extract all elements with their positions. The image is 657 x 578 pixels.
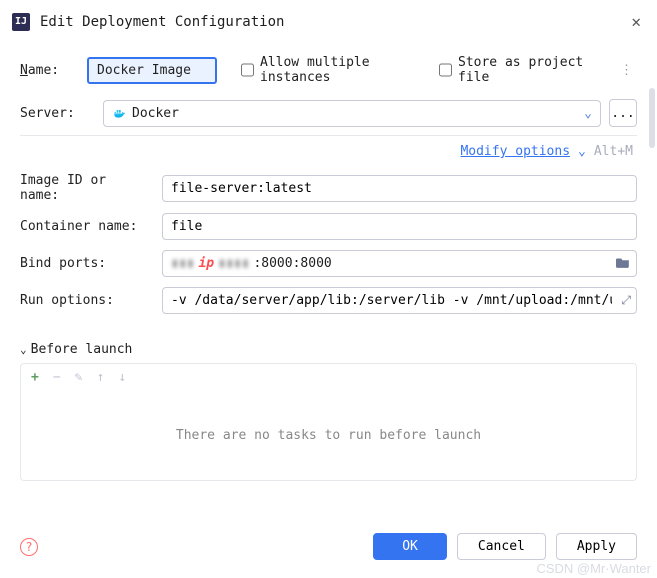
cancel-button[interactable]: Cancel bbox=[457, 533, 546, 560]
docker-icon bbox=[112, 106, 126, 120]
ip-badge: ip bbox=[198, 256, 214, 271]
container-name-input[interactable] bbox=[162, 213, 637, 240]
masked-text: ▮▮▮▮ bbox=[218, 256, 249, 271]
caret-down-icon: ⌄ bbox=[20, 343, 27, 356]
more-icon[interactable]: ⋮ bbox=[616, 63, 637, 78]
chevron-down-icon: ⌄ bbox=[584, 106, 592, 121]
before-launch-toggle[interactable]: ⌄ Before launch bbox=[20, 342, 637, 357]
image-id-input[interactable] bbox=[162, 175, 637, 202]
container-name-label: Container name: bbox=[20, 219, 150, 234]
window-title: Edit Deployment Configuration bbox=[40, 14, 617, 30]
store-as-project-checkbox[interactable]: Store as project file bbox=[439, 55, 604, 85]
close-icon[interactable]: ✕ bbox=[627, 8, 645, 35]
bind-ports-label: Bind ports: bbox=[20, 256, 150, 271]
bind-ports-value: :8000:8000 bbox=[253, 256, 331, 271]
modify-options-link[interactable]: Modify options bbox=[460, 144, 570, 159]
folder-icon[interactable] bbox=[616, 256, 630, 272]
scrollbar[interactable] bbox=[649, 88, 655, 148]
before-launch-label: Before launch bbox=[31, 342, 133, 357]
divider bbox=[20, 135, 637, 136]
help-icon[interactable]: ? bbox=[20, 538, 38, 556]
image-id-label: Image ID or name: bbox=[20, 173, 150, 203]
name-input[interactable] bbox=[87, 57, 217, 84]
server-browse-button[interactable]: ... bbox=[609, 99, 637, 127]
modify-shortcut: Alt+M bbox=[594, 144, 633, 159]
masked-text: ▮▮▮ bbox=[171, 256, 194, 271]
name-label: Name: bbox=[20, 63, 75, 78]
server-select[interactable]: Docker ⌄ bbox=[103, 100, 601, 127]
run-options-label: Run options: bbox=[20, 293, 150, 308]
before-launch-toolbar: + − ✎ ↑ ↓ bbox=[20, 363, 637, 391]
chevron-down-icon: ⌄ bbox=[578, 144, 586, 159]
allow-multiple-checkbox[interactable]: Allow multiple instances bbox=[241, 55, 427, 85]
expand-icon[interactable]: ⤢ bbox=[621, 293, 631, 308]
server-label: Server: bbox=[20, 106, 75, 121]
bind-ports-input[interactable]: ▮▮▮ ip ▮▮▮▮ :8000:8000 bbox=[162, 250, 637, 277]
allow-multiple-label: Allow multiple instances bbox=[260, 55, 427, 85]
add-task-button[interactable]: + bbox=[31, 370, 39, 385]
ok-button[interactable]: OK bbox=[373, 533, 447, 560]
store-as-project-label: Store as project file bbox=[458, 55, 604, 85]
server-value: Docker bbox=[132, 106, 578, 121]
move-down-button[interactable]: ↓ bbox=[118, 370, 126, 385]
apply-button[interactable]: Apply bbox=[556, 533, 637, 560]
edit-task-button[interactable]: ✎ bbox=[75, 370, 83, 385]
app-icon: IJ bbox=[12, 13, 30, 31]
remove-task-button[interactable]: − bbox=[53, 370, 61, 385]
move-up-button[interactable]: ↑ bbox=[96, 370, 104, 385]
run-options-input[interactable] bbox=[162, 287, 637, 314]
before-launch-empty: There are no tasks to run before launch bbox=[20, 391, 637, 481]
